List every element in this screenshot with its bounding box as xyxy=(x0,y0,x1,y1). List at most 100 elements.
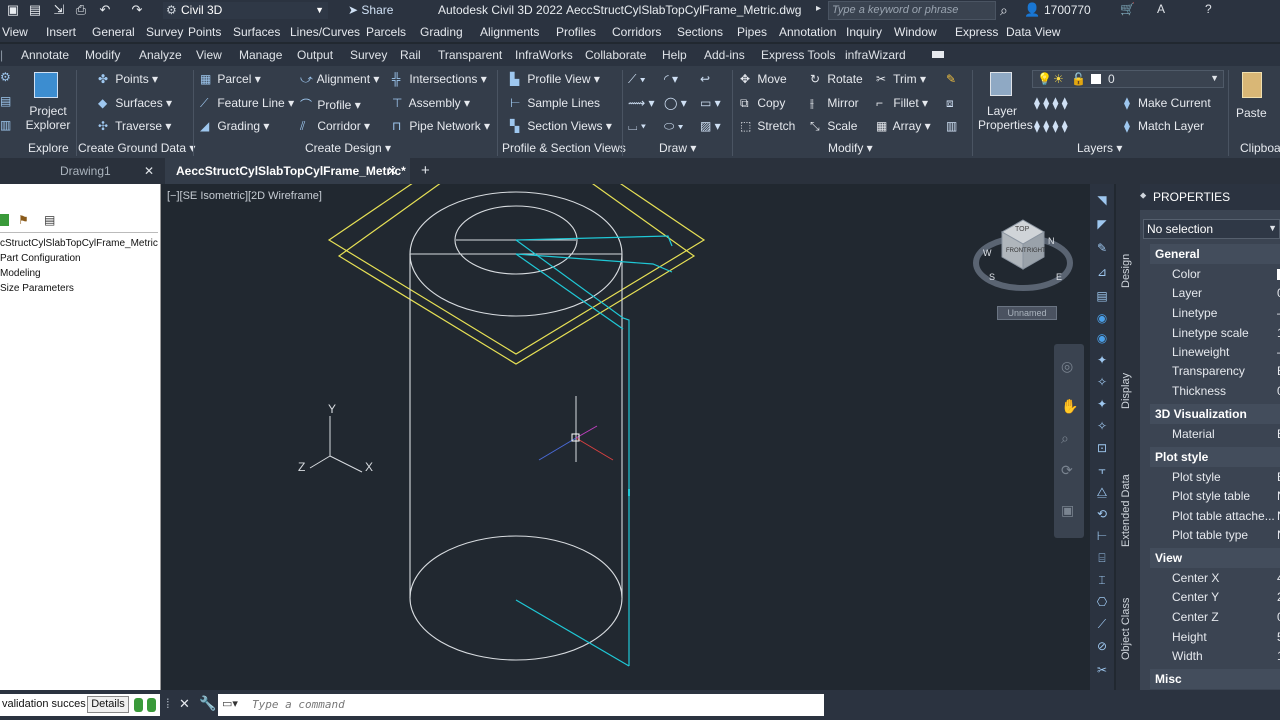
tool-icon-5[interactable]: ▤ xyxy=(1094,288,1110,304)
prop-plot-style[interactable]: Plot style xyxy=(1172,470,1221,484)
prop-center-x[interactable]: Center X xyxy=(1172,571,1219,585)
menu-lines-curves[interactable]: Lines/Curves xyxy=(290,25,360,39)
section-view[interactable]: View xyxy=(1155,551,1182,565)
tab-infraworks[interactable]: InfraWorks xyxy=(515,48,573,62)
section-misc[interactable]: Misc xyxy=(1155,672,1182,686)
pipe-network-button[interactable]: ⊓ Pipe Network ▾ xyxy=(392,119,490,133)
close-icon[interactable]: ✕ xyxy=(144,158,154,184)
globe-icon[interactable]: ◉ xyxy=(1094,310,1110,326)
search-input[interactable]: Type a keyword or phrase xyxy=(828,1,996,20)
tool-icon-19[interactable]: ⊘ xyxy=(1094,638,1110,654)
menu-parcels[interactable]: Parcels xyxy=(366,25,406,39)
tool-icon-2[interactable]: ◤ xyxy=(1094,216,1110,232)
compass-s[interactable]: S xyxy=(989,272,995,282)
stretch-button[interactable]: ⬚ Stretch xyxy=(740,119,795,133)
menu-express[interactable]: Express xyxy=(955,25,998,39)
tool-icon-8[interactable]: ✦ xyxy=(1094,396,1110,412)
prop-lineweight[interactable]: Lineweight xyxy=(1172,345,1229,359)
tab-add-ins[interactable]: Add-ins xyxy=(704,48,745,62)
tool-icon-17[interactable]: ⎔ xyxy=(1094,594,1110,610)
panel-title-design[interactable]: Create Design ▾ xyxy=(305,141,391,155)
tab-analyze[interactable]: Analyze xyxy=(139,48,182,62)
menu-survey[interactable]: Survey xyxy=(146,25,183,39)
menu-general[interactable]: General xyxy=(92,25,135,39)
workspace-select[interactable]: ⚙ Civil 3D ▼ xyxy=(163,2,328,19)
tool-icon-7[interactable]: ✧ xyxy=(1094,374,1110,390)
prop-color[interactable]: Color xyxy=(1172,267,1201,281)
tool-icon-1[interactable]: ◥ xyxy=(1094,192,1110,208)
tab-drawing1[interactable]: Drawing1 ✕ xyxy=(0,158,163,184)
move-button[interactable]: ✥ Move xyxy=(740,72,787,86)
viewcube-top-label[interactable]: TOP xyxy=(1015,226,1029,233)
tab-scroll-left[interactable]: | xyxy=(0,48,3,62)
offset-icon[interactable]: ⧈ xyxy=(946,96,954,111)
panel-title-layers[interactable]: Layers ▾ xyxy=(1077,141,1122,155)
prop-width[interactable]: Width xyxy=(1172,649,1203,663)
tab-rail[interactable]: Rail xyxy=(400,48,421,62)
alignment-button[interactable]: ⤻ Alignment ▾ xyxy=(300,72,379,87)
scale-button[interactable]: ⤡ Scale xyxy=(810,119,857,134)
menu-points[interactable]: Points xyxy=(188,25,221,39)
mirror-button[interactable]: ⫲ Mirror xyxy=(810,96,859,111)
layer-tools-icon[interactable]: ⧫ ⧫ ⧫ ⧫ xyxy=(1034,96,1068,110)
surfaces-button[interactable]: ◆ Surfaces ▾ xyxy=(98,96,172,110)
panel-icon[interactable]: ▥ xyxy=(0,118,11,132)
tab-output[interactable]: Output xyxy=(297,48,333,62)
profile-button[interactable]: ⌒ Profile ▾ xyxy=(300,96,361,113)
tool-icon-12[interactable]: ⧋ xyxy=(1094,484,1110,500)
tab-annotate[interactable]: Annotate xyxy=(21,48,69,62)
layer-properties-button[interactable]: Layer Properties xyxy=(978,68,1033,134)
tree-green-icon[interactable] xyxy=(0,214,9,226)
tab-survey[interactable]: Survey xyxy=(350,48,387,62)
tab-help[interactable]: Help xyxy=(662,48,687,62)
search-icon[interactable]: ⌕ xyxy=(1000,2,1008,19)
tool-icon-10[interactable]: ⊡ xyxy=(1094,440,1110,456)
close-icon[interactable]: ✕ xyxy=(179,696,190,712)
prop-height[interactable]: Height xyxy=(1172,630,1207,644)
line-icon[interactable]: ⟋ ▾ xyxy=(628,72,646,87)
match-layer-button[interactable]: ⧫ Match Layer xyxy=(1124,119,1204,133)
tree-item-part-configuration[interactable]: Part Configuration xyxy=(0,253,81,264)
tool-icon-18[interactable]: ⟋ xyxy=(1094,616,1110,632)
tab-express-tools[interactable]: Express Tools xyxy=(761,48,835,62)
prop-linetype[interactable]: Linetype xyxy=(1172,306,1217,320)
traverse-button[interactable]: ✣ Traverse ▾ xyxy=(98,119,171,133)
menu-insert[interactable]: Insert xyxy=(46,25,76,39)
tool-icon-15[interactable]: ⌸ xyxy=(1094,550,1110,566)
menu-pipes[interactable]: Pipes xyxy=(737,25,767,39)
grip-icon[interactable]: ⁞ xyxy=(166,696,170,711)
trim-button[interactable]: ✂ Trim ▾ xyxy=(876,72,926,86)
prop-center-y[interactable]: Center Y xyxy=(1172,590,1219,604)
fillet-button[interactable]: ⌐ Fillet ▾ xyxy=(876,96,928,110)
array-button[interactable]: ▦ Array ▾ xyxy=(876,119,931,133)
tool-icon-20[interactable]: ✂ xyxy=(1094,662,1110,678)
user-icon[interactable]: 👤 xyxy=(1024,2,1040,18)
tree-item-modeling[interactable]: Modeling xyxy=(0,268,41,279)
arc-icon[interactable]: ◜ ▾ xyxy=(664,72,678,86)
tab-view[interactable]: View xyxy=(196,48,222,62)
section-general[interactable]: General xyxy=(1155,247,1200,261)
command-input[interactable]: ▭▾ Type a command xyxy=(218,694,824,716)
traffic-light-icon[interactable]: ⚑ xyxy=(18,213,29,227)
section-plot-style[interactable]: Plot style xyxy=(1155,450,1208,464)
tool-icon-14[interactable]: ⊢ xyxy=(1094,528,1110,544)
hatch-icon[interactable]: ▨ ▾ xyxy=(700,119,721,133)
tree-item-size-parameters[interactable]: Size Parameters xyxy=(0,283,74,294)
print-icon[interactable]: ⎙ xyxy=(74,3,88,17)
prop-thickness[interactable]: Thickness xyxy=(1172,384,1226,398)
tab-modify[interactable]: Modify xyxy=(85,48,120,62)
ribbon-minimize-button[interactable] xyxy=(932,51,944,58)
compass-w[interactable]: W xyxy=(983,248,992,258)
selection-dropdown[interactable]: No selection ▼ xyxy=(1143,219,1280,239)
panel-title-modify[interactable]: Modify ▾ xyxy=(828,141,873,155)
polygon-icon[interactable]: ⌴ ▾ xyxy=(628,119,646,134)
help-icon[interactable]: ? xyxy=(1205,2,1212,16)
layer-dropdown[interactable]: 💡 ☀ 🔓 0 ▼ xyxy=(1032,70,1224,88)
parcel-button[interactable]: ▦ Parcel ▾ xyxy=(200,72,261,86)
viewcube-front-label[interactable]: FRONT xyxy=(1006,248,1027,254)
prop-plot-table-type[interactable]: Plot table type xyxy=(1172,528,1248,542)
panel-title-ground[interactable]: Create Ground Data ▾ xyxy=(78,141,195,155)
corridor-button[interactable]: ⫽ Corridor ▾ xyxy=(300,119,370,134)
feature-line-button[interactable]: ⟋ Feature Line ▾ xyxy=(200,96,294,111)
prop-center-z[interactable]: Center Z xyxy=(1172,610,1219,624)
